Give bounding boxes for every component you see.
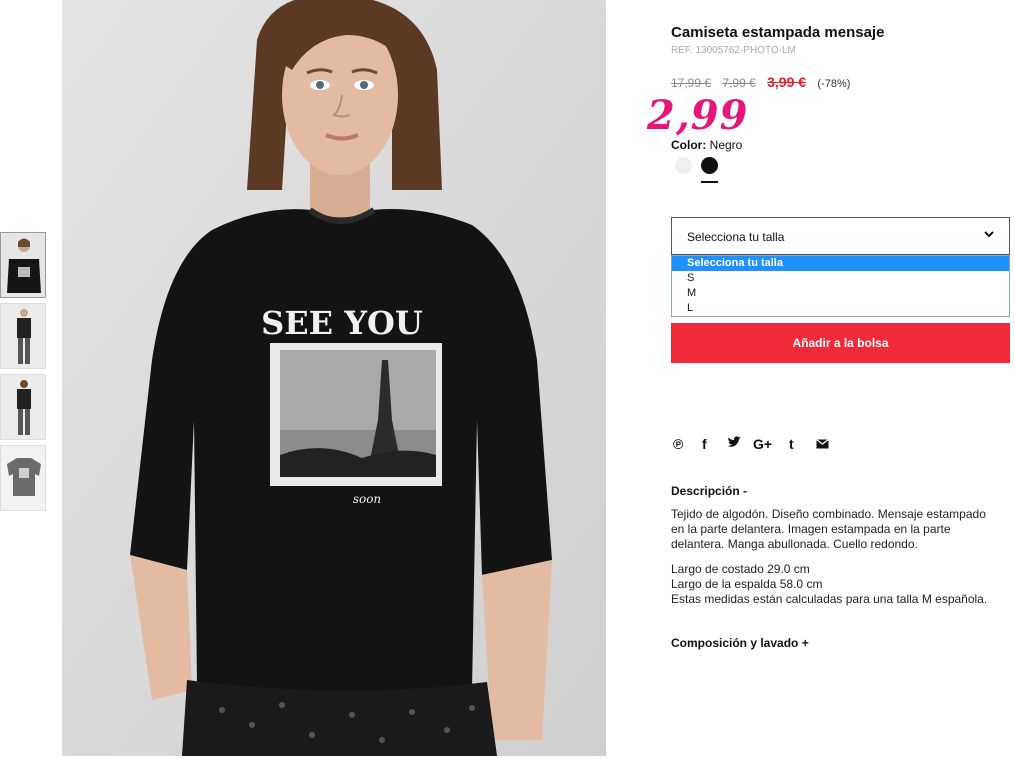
tumblr-icon[interactable]: t [789,436,794,452]
size-select[interactable]: Selecciona tu talla [671,217,1010,255]
sale-price: 3,99 € [767,74,807,90]
measurements: Largo de costado 29.0 cm Largo de la esp… [671,562,1011,607]
size-dropdown: Selecciona tu talla S M L [671,255,1010,317]
thumbnail-strip [0,232,48,516]
color-label: Color: Negro [671,138,742,152]
thumbnail-2[interactable] [0,303,46,369]
composition-heading[interactable]: Composición y lavado + [671,636,809,650]
size-option-l[interactable]: L [672,301,1009,316]
size-option-s[interactable]: S [672,271,1009,286]
original-price-2: 7,99 € [722,76,756,90]
thumbnail-3[interactable] [0,374,46,440]
model-illustration: SEE YOU soon [62,0,606,756]
swatch-black[interactable] [701,157,718,174]
measurement-back-length: Largo de la espalda 58.0 cm [671,577,823,591]
facebook-icon[interactable]: f [702,436,707,452]
size-option-m[interactable]: M [672,286,1009,301]
product-photo: SEE YOU soon [62,0,606,756]
thumbnail-4[interactable] [0,445,46,511]
measurement-note: Estas medidas están calculadas para una … [671,592,988,606]
thumbnail-1[interactable] [0,232,46,298]
google-plus-icon[interactable]: G+ [753,436,772,452]
pinterest-icon[interactable]: ℗ [673,436,683,452]
color-label-key: Color: [671,138,707,152]
description-text: Tejido de algodón. Diseño combinado. Men… [671,507,986,551]
email-icon[interactable] [816,436,829,452]
add-to-bag-button[interactable]: Añadir a la bolsa [671,323,1010,363]
description-heading[interactable]: Descripción - [671,484,747,498]
chevron-down-icon [984,231,994,238]
twitter-icon[interactable] [727,436,741,452]
product-title: Camiseta estampada mensaje [671,24,885,41]
discount-badge: (-78%) [817,78,851,90]
shirt-print-text: SEE YOU [261,304,423,342]
handwritten-price: 2,99 [647,92,749,139]
price-row: 17,99 € 7,99 € 3,99 € (-78%) [671,74,850,90]
original-price-1: 17,99 € [671,76,712,90]
size-select-label: Selecciona tu talla [687,230,785,244]
color-label-value: Negro [709,138,743,152]
swatch-white[interactable] [675,157,692,174]
measurement-side-length: Largo de costado 29.0 cm [671,562,810,576]
swatch-selected-indicator [701,181,718,183]
shirt-print-subtext: soon [353,492,381,506]
product-ref: REF. 13005762-PHOTO-LM [671,45,796,56]
size-option-placeholder[interactable]: Selecciona tu talla [672,256,1009,271]
